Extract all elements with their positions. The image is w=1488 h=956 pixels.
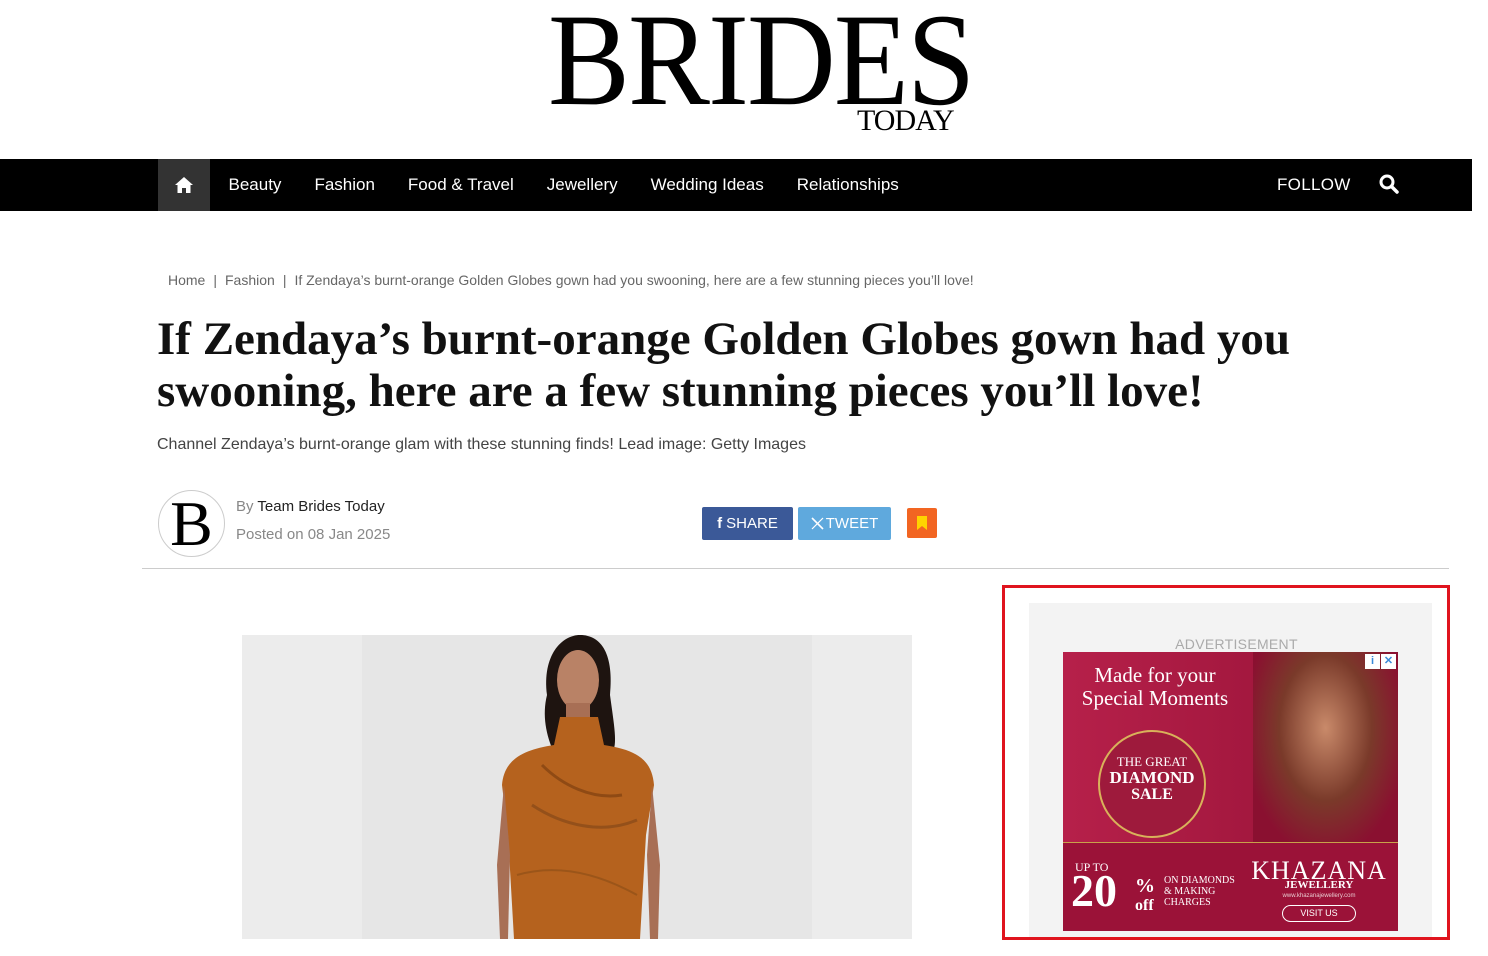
nav-item-beauty[interactable]: Beauty	[212, 159, 298, 211]
author-byline: By Team Brides Today	[236, 498, 385, 515]
breadcrumb-fashion[interactable]: Fashion	[225, 272, 275, 288]
site-logo[interactable]: BRIDES TODAY	[0, 0, 1488, 159]
share-label: SHARE	[726, 515, 778, 532]
breadcrumb-separator: |	[213, 272, 217, 288]
bookmark-button[interactable]	[907, 508, 937, 538]
nav-item-food-travel[interactable]: Food & Travel	[391, 159, 530, 211]
facebook-icon: f	[717, 515, 723, 532]
tweet-label: TWEET	[825, 515, 879, 532]
divider	[142, 568, 1449, 569]
breadcrumb: Home | Fashion | If Zendaya’s burnt-orange G…	[168, 272, 974, 288]
lead-image	[242, 635, 912, 939]
nav-item-jewellery[interactable]: Jewellery	[530, 159, 634, 211]
facebook-share-button[interactable]: f SHARE	[702, 507, 793, 540]
author-name[interactable]: Team Brides Today	[257, 498, 384, 515]
home-icon	[175, 177, 193, 193]
model-in-orange-gown-image	[497, 635, 660, 939]
nav-home-button[interactable]	[158, 159, 210, 211]
bookmark-icon	[917, 516, 927, 530]
posted-date: Posted on 08 Jan 2025	[236, 526, 391, 543]
breadcrumb-separator: |	[282, 272, 287, 288]
article-title: If Zendaya’s burnt-orange Golden Globes …	[157, 313, 1290, 417]
tweet-button[interactable]: TWEET	[798, 507, 891, 540]
article-subtitle: Channel Zendaya’s burnt-orange glam with…	[157, 436, 806, 453]
nav-items: Beauty Fashion Food & Travel Jewellery W…	[212, 159, 915, 211]
breadcrumb-current: If Zendaya’s burnt-orange Golden Globes …	[294, 272, 974, 288]
breadcrumb-home[interactable]: Home	[168, 272, 205, 288]
search-button[interactable]	[1378, 173, 1400, 195]
nav-item-wedding-ideas[interactable]: Wedding Ideas	[634, 159, 780, 211]
x-icon	[811, 517, 824, 530]
byline-prefix: By	[236, 498, 254, 515]
main-nav: Beauty Fashion Food & Travel Jewellery W…	[0, 159, 1472, 211]
ad-highlight-box	[1002, 585, 1450, 940]
logo-subtitle: TODAY	[857, 104, 955, 137]
search-icon	[1379, 174, 1399, 194]
follow-button[interactable]: FOLLOW	[1277, 159, 1351, 211]
nav-item-fashion[interactable]: Fashion	[298, 159, 391, 211]
author-avatar[interactable]: B	[158, 490, 225, 557]
nav-item-relationships[interactable]: Relationships	[780, 159, 915, 211]
